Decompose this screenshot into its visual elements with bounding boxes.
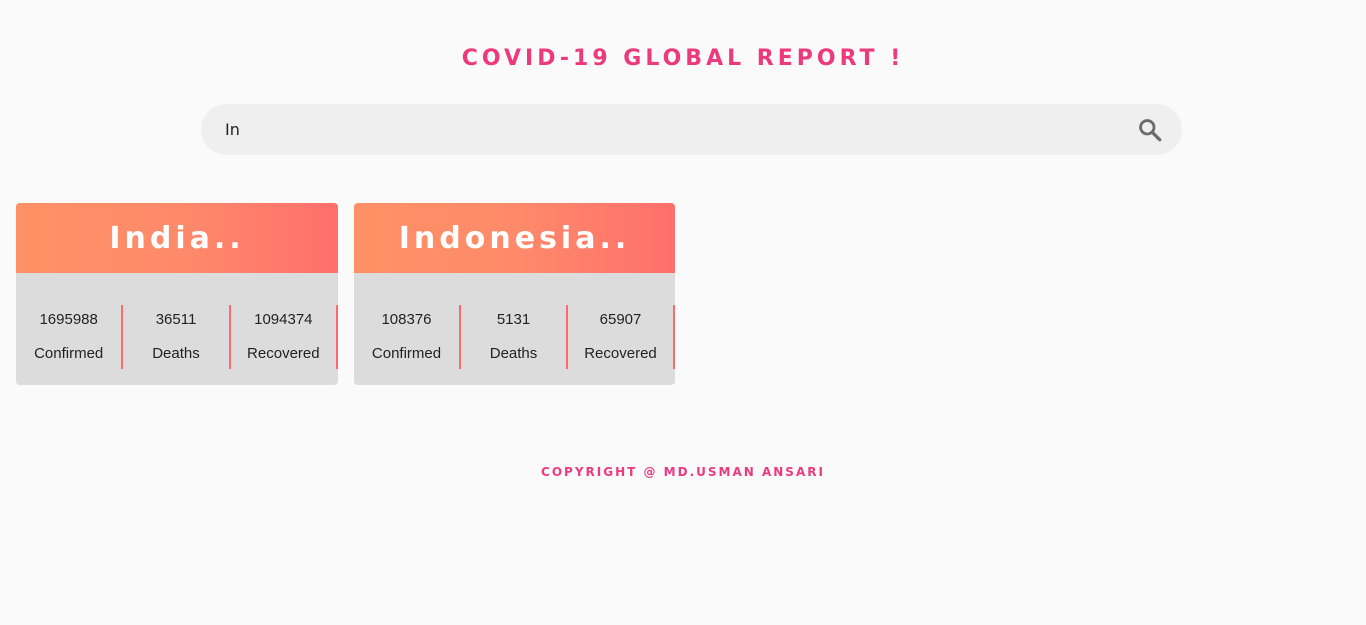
recovered-count: 65907 <box>599 311 642 328</box>
confirmed-label: Confirmed <box>34 345 104 362</box>
recovered-label: Recovered <box>584 345 657 362</box>
search-input[interactable] <box>225 104 1105 155</box>
confirmed-count: 1695988 <box>39 311 98 328</box>
deaths-label: Deaths <box>152 345 200 362</box>
country-card: Indonesia.. 108376 Confirmed 5131 Deaths… <box>354 203 675 385</box>
deaths-count: 5131 <box>496 311 531 328</box>
stat-confirmed: 108376 Confirmed <box>354 305 461 369</box>
stat-recovered: 1094374 Recovered <box>231 305 338 369</box>
country-card: India.. 1695988 Confirmed 36511 Deaths 1… <box>16 203 338 385</box>
page-title: COVID-19 GLOBAL REPORT ! <box>461 46 905 71</box>
recovered-count: 1094374 <box>254 311 313 328</box>
stat-confirmed: 1695988 Confirmed <box>16 305 124 369</box>
stat-deaths: 5131 Deaths <box>461 305 568 369</box>
country-stats: 108376 Confirmed 5131 Deaths 65907 Recov… <box>354 305 675 369</box>
country-name: Indonesia.. <box>354 203 675 273</box>
stat-recovered: 65907 Recovered <box>568 305 675 369</box>
country-name: India.. <box>16 203 338 273</box>
deaths-count: 36511 <box>155 311 197 328</box>
stat-deaths: 36511 Deaths <box>123 305 231 369</box>
confirmed-label: Confirmed <box>371 345 442 362</box>
recovered-label: Recovered <box>247 345 320 362</box>
deaths-label: Deaths <box>489 345 538 362</box>
search-icon[interactable] <box>1137 117 1163 143</box>
copyright-footer: COPYRIGHT @ MD.USMAN ANSARI <box>541 465 825 479</box>
confirmed-count: 108376 <box>381 311 432 328</box>
search-bar[interactable] <box>201 104 1182 155</box>
country-stats: 1695988 Confirmed 36511 Deaths 1094374 R… <box>16 305 338 369</box>
